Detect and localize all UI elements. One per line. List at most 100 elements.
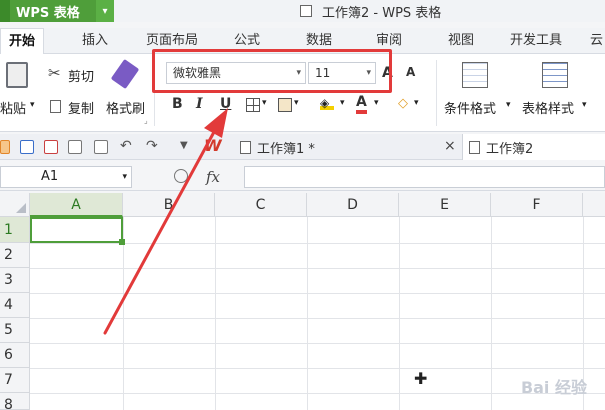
- cut-button[interactable]: 剪切: [68, 66, 94, 85]
- paste-icon[interactable]: [6, 62, 28, 88]
- column-header-e[interactable]: E: [399, 193, 491, 217]
- gridline: [30, 318, 605, 319]
- chevron-down-icon[interactable]: ▾: [122, 167, 127, 187]
- save-icon[interactable]: [20, 140, 34, 154]
- table-style-button[interactable]: 表格样式: [522, 98, 574, 117]
- chevron-down-icon[interactable]: ▾: [414, 98, 419, 108]
- doc-tab-label: 工作簿2: [486, 141, 534, 157]
- cell-cursor-icon: ✚: [414, 369, 428, 388]
- app-menu-button[interactable]: WPS 表格 ▾: [0, 0, 114, 22]
- underline-button[interactable]: U: [220, 96, 231, 112]
- tab-insert[interactable]: 插入: [82, 28, 108, 54]
- row-header-1[interactable]: 1: [0, 217, 30, 243]
- italic-button[interactable]: I: [196, 96, 203, 112]
- clear-format-icon[interactable]: ◇: [398, 96, 408, 111]
- gridline: [30, 393, 605, 394]
- quick-access-bar: ↶ ↷ ▼ W 工作簿1 * × 工作簿2: [0, 134, 605, 160]
- column-header-b[interactable]: B: [123, 193, 215, 217]
- chevron-down-icon[interactable]: ▾: [374, 98, 379, 108]
- spreadsheet-grid[interactable]: A B C D E F 1 2 3 4 5 6 7 8 ✚: [0, 193, 605, 410]
- borders-icon[interactable]: [246, 98, 260, 112]
- gridline: [399, 217, 400, 410]
- print-preview-icon[interactable]: [94, 140, 108, 154]
- app-name: WPS 表格: [16, 5, 80, 21]
- cell-reference: A1: [41, 169, 59, 184]
- row-header-7[interactable]: 7: [0, 368, 30, 393]
- brush-icon[interactable]: [110, 59, 140, 89]
- copy-button[interactable]: 复制: [68, 98, 94, 117]
- name-box[interactable]: A1 ▾: [0, 166, 132, 188]
- wps-logo-icon: W: [204, 136, 222, 155]
- close-icon[interactable]: ×: [444, 138, 456, 154]
- gridline: [30, 268, 605, 269]
- font-color-button[interactable]: A: [356, 94, 367, 114]
- row-header-6[interactable]: 6: [0, 343, 30, 368]
- gridline: [491, 217, 492, 410]
- chevron-down-icon[interactable]: ▼: [180, 140, 188, 151]
- print-icon[interactable]: [68, 140, 82, 154]
- fill-handle[interactable]: [119, 239, 125, 245]
- fill-cells-icon[interactable]: [278, 98, 292, 112]
- paste-button[interactable]: 粘贴: [0, 98, 26, 117]
- row-header-8[interactable]: 8: [0, 393, 30, 410]
- row-header-3[interactable]: 3: [0, 268, 30, 293]
- redo-icon[interactable]: ↷: [146, 138, 158, 154]
- bold-button[interactable]: B: [172, 96, 183, 112]
- gridline: [307, 217, 308, 410]
- row-header-4[interactable]: 4: [0, 293, 30, 318]
- gridline: [30, 243, 605, 244]
- gridline: [123, 217, 124, 410]
- gridline: [30, 343, 605, 344]
- row-header-5[interactable]: 5: [0, 318, 30, 343]
- column-header-a[interactable]: A: [30, 193, 123, 217]
- document-icon: [240, 140, 251, 154]
- chevron-down-icon[interactable]: ▾: [340, 98, 345, 108]
- gridline: [30, 368, 605, 369]
- window-title-text: 工作簿2 - WPS 表格: [322, 5, 442, 21]
- tab-view[interactable]: 视图: [448, 28, 474, 54]
- doc-tab-workbook1[interactable]: 工作簿1 *: [240, 134, 315, 160]
- doc-tab-workbook2[interactable]: 工作簿2: [462, 134, 605, 160]
- gridline: [30, 293, 605, 294]
- chevron-down-icon[interactable]: ▾: [294, 98, 299, 108]
- select-all-corner[interactable]: [0, 193, 30, 217]
- divider: [436, 60, 437, 126]
- undo-icon[interactable]: ↶: [120, 138, 132, 154]
- conditional-format-button[interactable]: 条件格式: [444, 98, 496, 117]
- dialog-launcher-icon[interactable]: ⌟: [144, 116, 148, 125]
- tab-cloud[interactable]: 云: [590, 28, 603, 54]
- chevron-down-icon[interactable]: ▾: [262, 98, 267, 108]
- folder-icon[interactable]: [0, 140, 10, 154]
- wps-logo-icon: [0, 0, 10, 22]
- watermark: Bai 经验: [520, 378, 587, 397]
- table-style-icon[interactable]: [542, 62, 568, 88]
- conditional-format-icon[interactable]: [462, 62, 488, 88]
- active-cell-a1[interactable]: [30, 217, 125, 245]
- highlight-color-icon[interactable]: ◈: [320, 96, 334, 110]
- scissors-icon[interactable]: ✂: [48, 64, 61, 82]
- document-icon: [300, 5, 312, 17]
- row-header-2[interactable]: 2: [0, 243, 30, 268]
- copy-icon[interactable]: [50, 100, 61, 113]
- formula-bar: A1 ▾ fx: [0, 163, 605, 191]
- doc-tab-label: 工作簿1 *: [257, 141, 315, 157]
- search-icon[interactable]: [174, 169, 188, 183]
- chevron-down-icon[interactable]: ▾: [506, 100, 511, 110]
- tab-home[interactable]: 开始: [0, 28, 45, 54]
- chevron-down-icon[interactable]: ▾: [30, 100, 35, 110]
- chevron-down-icon[interactable]: ▾: [96, 0, 114, 22]
- tab-developer[interactable]: 开发工具: [510, 28, 562, 54]
- font-controls-highlight: [152, 49, 392, 93]
- window-title: 工作簿2 - WPS 表格: [300, 0, 441, 22]
- format-painter-button[interactable]: 格式刷: [106, 98, 145, 117]
- shrink-font-button[interactable]: A: [406, 65, 415, 79]
- gridline: [215, 217, 216, 410]
- column-header-f[interactable]: F: [491, 193, 583, 217]
- export-pdf-icon[interactable]: [44, 140, 58, 154]
- chevron-down-icon[interactable]: ▾: [582, 100, 587, 110]
- column-header-c[interactable]: C: [215, 193, 307, 217]
- column-header-d[interactable]: D: [307, 193, 399, 217]
- formula-input[interactable]: [244, 166, 605, 188]
- function-button[interactable]: fx: [206, 168, 220, 186]
- column-header-g[interactable]: [583, 193, 605, 217]
